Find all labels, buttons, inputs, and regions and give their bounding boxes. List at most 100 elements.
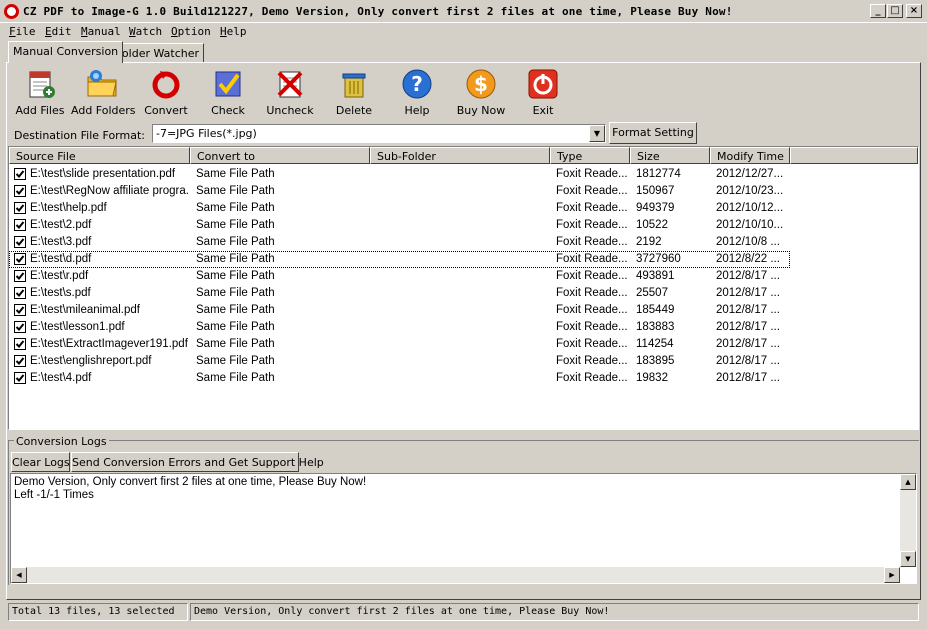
- file-row[interactable]: E:\test\slide presentation.pdf Same File …: [9, 166, 790, 183]
- cell-source-file: E:\test\2.pdf: [30, 219, 92, 231]
- cell-source-file: E:\test\r.pdf: [30, 270, 89, 282]
- cell-source-file: E:\test\RegNow affiliate progra...: [30, 185, 188, 197]
- file-row[interactable]: E:\test\s.pdf Same File Path Foxit Reade..…: [9, 285, 790, 302]
- conversion-logs-label: Conversion Logs: [14, 435, 109, 448]
- file-row[interactable]: E:\test\3.pdf Same File Path Foxit Reade..…: [9, 234, 790, 251]
- scroll-up-icon[interactable]: ▲: [900, 474, 916, 490]
- row-checkbox[interactable]: [14, 185, 26, 197]
- minimize-button[interactable]: _: [870, 4, 886, 18]
- cell-size: 19832: [636, 372, 668, 384]
- file-row[interactable]: E:\test\4.pdf Same File Path Foxit Reade..…: [9, 370, 790, 387]
- row-checkbox[interactable]: [14, 338, 26, 350]
- cell-source-file: E:\test\d.pdf: [30, 253, 92, 265]
- cell-modify-time: 2012/10/23...: [716, 185, 784, 197]
- menu-file[interactable]: File: [9, 25, 36, 38]
- add-folders-label: Add Folders: [71, 104, 136, 117]
- file-row[interactable]: E:\test\help.pdf Same File Path Foxit Read…: [9, 200, 790, 217]
- scroll-right-icon[interactable]: ▶: [884, 567, 900, 583]
- row-checkbox[interactable]: [14, 168, 26, 180]
- row-checkbox[interactable]: [14, 219, 26, 231]
- row-checkbox[interactable]: [14, 355, 26, 367]
- menu-manual[interactable]: Manual: [81, 25, 121, 38]
- menu-option[interactable]: Option: [171, 25, 211, 38]
- maximize-button[interactable]: □: [887, 4, 903, 18]
- cell-convert-to: Same File Path: [196, 168, 275, 180]
- row-checkbox[interactable]: [14, 270, 26, 282]
- cell-modify-time: 2012/8/17 ...: [716, 287, 780, 299]
- file-row[interactable]: E:\test\r.pdf Same File Path Foxit Reade..…: [9, 268, 790, 285]
- row-checkbox[interactable]: [14, 236, 26, 248]
- cell-modify-time: 2012/8/17 ...: [716, 338, 780, 350]
- window-title: CZ PDF to Image-G 1.0 Build121227, Demo …: [23, 5, 733, 18]
- cell-type: Foxit Reade...: [556, 338, 628, 350]
- cell-type: Foxit Reade...: [556, 168, 628, 180]
- file-list[interactable]: Source File Convert to Sub-Folder Type S…: [8, 146, 919, 430]
- exit-button[interactable]: Exit: [512, 66, 574, 120]
- checkmark-icon: [15, 221, 25, 229]
- file-row[interactable]: E:\test\RegNow affiliate progra... Same F…: [9, 183, 790, 200]
- column-size[interactable]: Size: [630, 147, 710, 164]
- row-checkbox[interactable]: [14, 321, 26, 333]
- row-checkbox[interactable]: [14, 202, 26, 214]
- checkmark-icon: [15, 306, 25, 314]
- cell-convert-to: Same File Path: [196, 372, 275, 384]
- cell-modify-time: 2012/8/17 ...: [716, 372, 780, 384]
- cell-convert-to: Same File Path: [196, 270, 275, 282]
- conversion-log-text[interactable]: Demo Version, Only convert first 2 files…: [10, 473, 917, 584]
- file-row[interactable]: E:\test\englishreport.pdf Same File Path F…: [9, 353, 790, 370]
- delete-button[interactable]: Delete: [323, 66, 385, 120]
- file-row[interactable]: E:\test\lesson1.pdf Same File Path Foxit R…: [9, 319, 790, 336]
- tab-manual-conversion[interactable]: Manual Conversion: [8, 41, 124, 63]
- log-vertical-scrollbar[interactable]: ▲ ▼: [900, 474, 916, 567]
- file-row[interactable]: E:\test\d.pdf Same File Path Foxit Reade..…: [9, 251, 790, 268]
- format-setting-button[interactable]: Format Setting: [609, 122, 697, 144]
- row-checkbox[interactable]: [14, 372, 26, 384]
- column-modify-time[interactable]: Modify Time: [710, 147, 790, 164]
- check-button[interactable]: Check: [197, 66, 259, 120]
- tab-folder-watcher[interactable]: Folder Watcher: [111, 43, 205, 63]
- checkmark-icon: [15, 187, 25, 195]
- column-source-file[interactable]: Source File: [9, 147, 190, 164]
- checkmark-icon: [15, 204, 25, 212]
- cell-size: 150967: [636, 185, 675, 197]
- uncheck-icon: [277, 71, 303, 98]
- menu-bar: File Edit Manual Watch Option Help: [0, 23, 927, 41]
- menu-watch[interactable]: Watch: [129, 25, 162, 38]
- row-checkbox[interactable]: [14, 253, 26, 265]
- cell-source-file: E:\test\s.pdf: [30, 287, 91, 299]
- menu-edit[interactable]: Edit: [45, 25, 72, 38]
- log-horizontal-scrollbar[interactable]: ◀ ▶: [11, 567, 900, 583]
- row-checkbox[interactable]: [14, 287, 26, 299]
- cell-convert-to: Same File Path: [196, 304, 275, 316]
- scroll-left-icon[interactable]: ◀: [11, 567, 27, 583]
- column-convert-to[interactable]: Convert to: [190, 147, 370, 164]
- buy-now-button[interactable]: $ Buy Now: [450, 66, 512, 120]
- file-row[interactable]: E:\test\ExtractImagever191.pdf Same File …: [9, 336, 790, 353]
- uncheck-button[interactable]: Uncheck: [259, 66, 321, 120]
- column-sub-folder[interactable]: Sub-Folder: [370, 147, 550, 164]
- close-button[interactable]: ×: [906, 4, 922, 18]
- clear-logs-button[interactable]: Clear Logs: [11, 452, 70, 472]
- add-folders-button[interactable]: Add Folders: [71, 66, 136, 120]
- cell-source-file: E:\test\3.pdf: [30, 236, 92, 248]
- menu-help[interactable]: Help: [220, 25, 247, 38]
- send-support-button[interactable]: Send Conversion Errors and Get Support H…: [71, 452, 324, 472]
- row-checkbox[interactable]: [14, 304, 26, 316]
- cell-size: 493891: [636, 270, 675, 282]
- convert-button[interactable]: Convert: [135, 66, 197, 120]
- file-row[interactable]: E:\test\mileanimal.pdf Same File Path Foxi…: [9, 302, 790, 319]
- scroll-down-icon[interactable]: ▼: [900, 551, 916, 567]
- cell-convert-to: Same File Path: [196, 338, 275, 350]
- checkmark-icon: [15, 374, 25, 382]
- exit-icon: [528, 69, 558, 99]
- add-folders-icon: [87, 70, 117, 97]
- help-button[interactable]: ? Help: [386, 66, 448, 120]
- cell-source-file: E:\test\4.pdf: [30, 372, 92, 384]
- add-files-button[interactable]: Add Files: [9, 66, 71, 120]
- check-icon: [215, 71, 241, 97]
- cell-convert-to: Same File Path: [196, 219, 275, 231]
- column-type[interactable]: Type: [550, 147, 630, 164]
- file-row[interactable]: E:\test\2.pdf Same File Path Foxit Reade..…: [9, 217, 790, 234]
- destination-format-select[interactable]: -7=JPG Files(*.jpg) ▼: [152, 124, 606, 143]
- dropdown-arrow-icon[interactable]: ▼: [589, 125, 605, 142]
